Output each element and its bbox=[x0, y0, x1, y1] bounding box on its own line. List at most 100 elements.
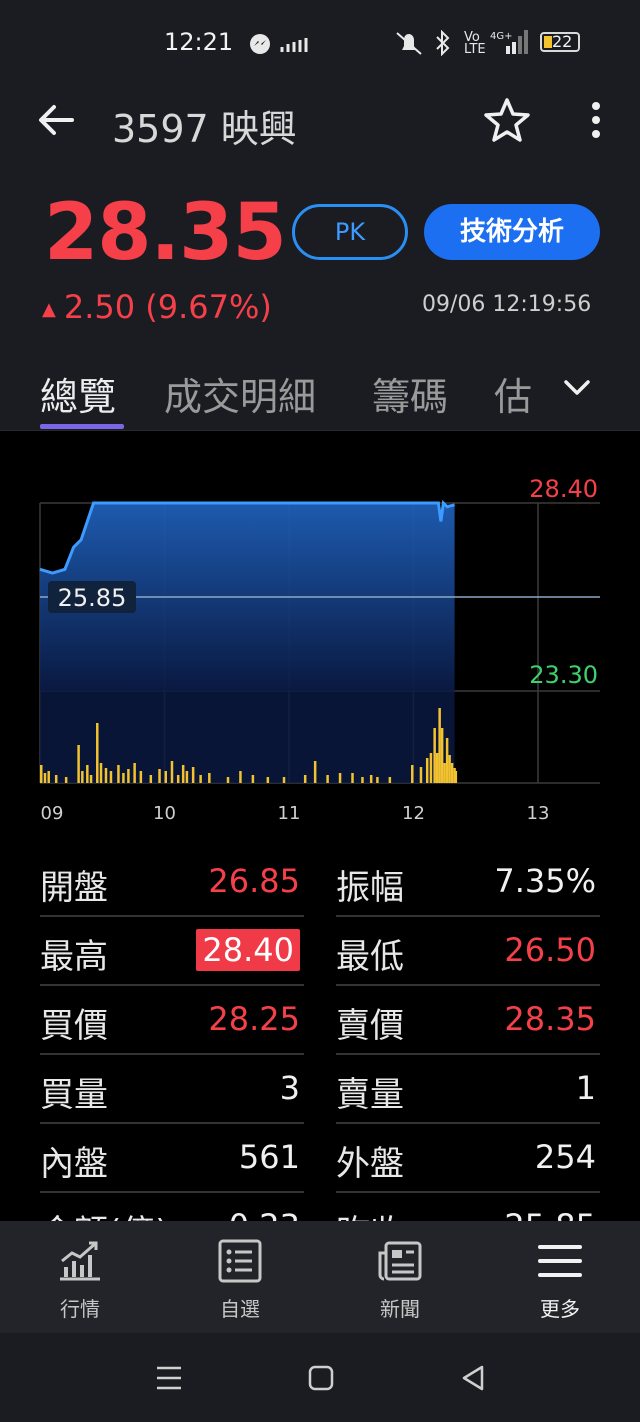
volume-bar bbox=[86, 765, 89, 783]
x-tick-label: 10 bbox=[153, 803, 176, 824]
volume-bar bbox=[43, 773, 47, 783]
messenger-icon bbox=[250, 34, 270, 54]
volume-bar bbox=[266, 777, 270, 783]
volume-bar bbox=[369, 775, 373, 783]
y-high-label: 28.40 bbox=[529, 475, 598, 503]
favorite-star-icon[interactable] bbox=[482, 96, 532, 146]
bluetooth-icon bbox=[436, 30, 450, 56]
volume-bar bbox=[199, 775, 202, 783]
stat-label: 買價 bbox=[40, 1006, 108, 1046]
tab-overview[interactable]: 總覽 bbox=[40, 366, 116, 421]
system-navigation-bar bbox=[0, 1333, 640, 1422]
back-arrow-icon[interactable] bbox=[34, 98, 78, 142]
row-divider bbox=[40, 1191, 304, 1193]
stat-label: 最高 bbox=[40, 937, 108, 977]
status-bar: 12:21 Vo LTE 4G+ 22 bbox=[0, 0, 640, 86]
row-divider bbox=[336, 1122, 600, 1124]
volume-bar bbox=[429, 753, 433, 783]
volume-bar bbox=[47, 771, 50, 783]
stat-value: 3 bbox=[150, 1069, 300, 1107]
back-nav-icon[interactable] bbox=[460, 1365, 486, 1391]
volume-bar bbox=[282, 777, 286, 783]
tab-trade-details[interactable]: 成交明細 bbox=[164, 366, 316, 421]
intraday-chart[interactable]: 28.40 23.30 25.85 09 10 11 12 13 bbox=[0, 431, 640, 831]
volume-bar bbox=[122, 773, 125, 783]
volume-bar bbox=[440, 728, 444, 783]
volume-bar bbox=[239, 771, 242, 783]
volume-bar bbox=[313, 761, 317, 783]
volume-bar bbox=[181, 765, 185, 783]
nav-watchlist[interactable]: 自選 bbox=[180, 1239, 300, 1322]
row-divider bbox=[40, 1053, 304, 1055]
volume-bar bbox=[117, 765, 120, 783]
volume-bar bbox=[158, 769, 161, 783]
volume-bar bbox=[438, 708, 441, 783]
volume-bar bbox=[251, 775, 255, 783]
stat-value-text: 28.25 bbox=[208, 1000, 300, 1038]
volume-bar bbox=[164, 771, 167, 783]
tab-valuation[interactable]: 估 bbox=[494, 366, 532, 421]
pk-button[interactable]: PK bbox=[292, 204, 408, 260]
nav-more[interactable]: 更多 bbox=[500, 1239, 620, 1322]
volume-bar bbox=[64, 777, 68, 783]
volume-bar bbox=[191, 767, 195, 783]
volume-bar bbox=[170, 761, 174, 783]
list-icon bbox=[218, 1239, 262, 1283]
stat-value: 254 bbox=[534, 1138, 596, 1176]
volume-bar bbox=[450, 763, 454, 783]
stat-label: 內盤 bbox=[40, 1144, 108, 1184]
nav-news-label: 新聞 bbox=[380, 1297, 420, 1321]
row-divider bbox=[40, 984, 304, 986]
volume-bar bbox=[149, 775, 153, 783]
volume-bar bbox=[185, 771, 189, 783]
chevron-down-icon[interactable] bbox=[560, 370, 594, 404]
stat-value-text: 28.40 bbox=[196, 929, 300, 971]
nav-market-label: 行情 bbox=[60, 1297, 100, 1321]
stat-label: 振幅 bbox=[336, 868, 404, 908]
stat-value: 1 bbox=[575, 1069, 596, 1107]
row-divider bbox=[336, 1053, 600, 1055]
x-tick-label: 09 bbox=[41, 803, 64, 824]
stat-label: 開盤 bbox=[40, 868, 108, 908]
nav-market[interactable]: 行情 bbox=[20, 1239, 140, 1322]
volume-bar bbox=[176, 775, 180, 783]
volume-bar bbox=[419, 767, 423, 783]
volume-bar bbox=[411, 765, 414, 783]
page-title: 3597 映興 bbox=[112, 107, 297, 151]
volume-bar bbox=[351, 773, 354, 783]
technical-analysis-button[interactable]: 技術分析 bbox=[424, 204, 600, 260]
nav-news[interactable]: 新聞 bbox=[340, 1239, 460, 1322]
volume-bar bbox=[376, 777, 379, 783]
tab-chips[interactable]: 籌碼 bbox=[372, 366, 448, 421]
stat-value: 28.35 bbox=[504, 1000, 596, 1038]
volume-bar bbox=[99, 763, 103, 783]
stat-value-text: 561 bbox=[238, 1138, 300, 1176]
stat-label: 買量 bbox=[40, 1075, 108, 1115]
status-time: 12:21 bbox=[164, 28, 234, 56]
bottom-navigation: 行情 自選 新聞 更多 bbox=[0, 1221, 640, 1333]
stat-value: 561 bbox=[150, 1138, 300, 1176]
volume-bar bbox=[104, 768, 108, 783]
more-options-icon[interactable] bbox=[578, 98, 614, 142]
volume-bar bbox=[433, 728, 436, 783]
volume-bar bbox=[96, 723, 99, 783]
price-change-value: 2.50 (9.67%) bbox=[63, 288, 272, 326]
volume-bar bbox=[40, 765, 43, 783]
volume-bar bbox=[454, 771, 458, 783]
current-price: 28.35 bbox=[44, 188, 287, 278]
up-triangle-icon: ▲ bbox=[42, 298, 56, 320]
volume-bar bbox=[326, 775, 329, 783]
volume-bar bbox=[303, 775, 307, 783]
home-icon[interactable] bbox=[308, 1365, 334, 1391]
row-divider bbox=[336, 1191, 600, 1193]
nav-more-label: 更多 bbox=[540, 1297, 580, 1321]
menu-icon bbox=[538, 1245, 582, 1277]
row-divider bbox=[40, 1122, 304, 1124]
svg-text:4G+: 4G+ bbox=[490, 31, 513, 42]
volume-bar bbox=[77, 745, 80, 783]
volte-icon: Vo LTE bbox=[464, 30, 486, 57]
recent-apps-icon[interactable] bbox=[156, 1365, 182, 1391]
volume-bar bbox=[81, 771, 84, 783]
stat-value: 26.50 bbox=[504, 931, 596, 969]
stat-label: 最低 bbox=[336, 937, 404, 977]
